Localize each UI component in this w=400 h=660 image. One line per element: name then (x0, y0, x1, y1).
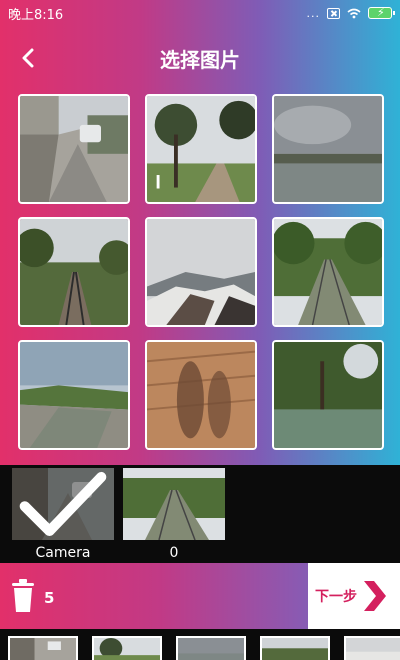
header-gradient: 晚上8:16 ... ⚡ 选择图片 (0, 0, 400, 465)
wifi-icon (347, 8, 361, 18)
album-thumbnail (123, 468, 225, 540)
battery-charging-icon: ⚡ (368, 6, 395, 19)
album-camera[interactable]: Camera (12, 468, 114, 561)
next-step-label: 下一步 (315, 589, 357, 605)
signal-dots-icon: ... (306, 6, 320, 20)
selected-thumb[interactable] (176, 636, 246, 660)
photo-item[interactable] (272, 94, 384, 204)
album-0[interactable]: 0 (123, 468, 225, 561)
photo-item[interactable] (18, 217, 130, 327)
photo-item[interactable] (145, 217, 257, 327)
selected-tray (0, 629, 400, 660)
selected-thumb[interactable] (344, 636, 400, 660)
notification-icon (327, 7, 340, 19)
checkmark-icon (19, 471, 107, 537)
album-name: 0 (169, 545, 179, 561)
selected-thumb[interactable] (8, 636, 78, 660)
title-bar: 选择图片 (0, 36, 400, 80)
album-name: Camera (35, 545, 91, 561)
album-selected-overlay (12, 468, 114, 540)
action-bar: 5 下一步 (0, 563, 400, 629)
status-bar: 晚上8:16 ... ⚡ (0, 0, 400, 26)
album-thumbnail (12, 468, 114, 540)
status-icons: ... ⚡ (306, 6, 395, 20)
selected-thumb[interactable] (260, 636, 330, 660)
chevron-right-icon (364, 581, 386, 611)
selected-thumb[interactable] (92, 636, 162, 660)
page-title: 选择图片 (160, 48, 240, 72)
album-list: Camera 0 (0, 465, 400, 563)
app-root: 晚上8:16 ... ⚡ 选择图片 Camera 0 5 下一步 (0, 0, 400, 660)
selected-count: 5 (44, 589, 55, 607)
photo-item[interactable] (18, 340, 130, 450)
trash-icon[interactable] (10, 578, 36, 614)
photo-item[interactable] (145, 340, 257, 450)
photo-item[interactable] (18, 94, 130, 204)
photo-item[interactable] (272, 340, 384, 450)
next-step-button[interactable]: 下一步 (308, 563, 400, 629)
status-time: 晚上8:16 (8, 7, 64, 23)
photo-item[interactable] (272, 217, 384, 327)
photo-item[interactable] (145, 94, 257, 204)
